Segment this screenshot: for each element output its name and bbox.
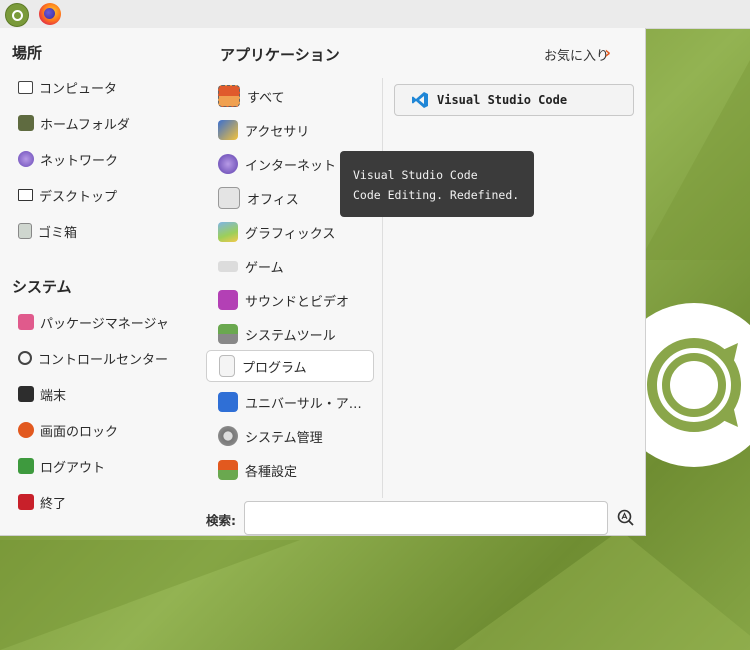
system-label: コントロールセンター	[38, 352, 169, 368]
category-all[interactable]: すべて	[206, 80, 374, 112]
category-label: サウンドとビデオ	[245, 294, 350, 310]
category-label: 各種設定	[245, 464, 298, 480]
category-label: すべて	[247, 90, 285, 106]
place-label: ネットワーク	[40, 153, 119, 169]
system-lock-screen[interactable]: 画面のロック	[18, 415, 118, 445]
search-input[interactable]	[244, 501, 608, 535]
top-panel	[0, 0, 750, 29]
category-label: システムツール	[245, 328, 336, 344]
category-accessories[interactable]: アクセサリ	[206, 114, 374, 146]
place-label: ホームフォルダ	[40, 117, 130, 133]
app-visual-studio-code[interactable]: Visual Studio Code	[394, 84, 634, 116]
desktop-facet	[440, 530, 750, 650]
accessibility-icon	[218, 392, 238, 412]
place-computer[interactable]: コンピュータ	[18, 72, 117, 102]
desktop-icon	[18, 189, 33, 201]
system-terminal[interactable]: 端末	[18, 379, 66, 409]
network-icon	[18, 151, 34, 167]
gamepad-icon	[218, 260, 238, 272]
folder-icon	[18, 115, 34, 131]
system-control-center[interactable]: コントロールセンター	[18, 343, 168, 373]
system-label: ログアウト	[40, 460, 106, 476]
category-preferences[interactable]: 各種設定	[206, 454, 374, 486]
place-label: コンピュータ	[39, 81, 118, 97]
system-heading: システム	[12, 278, 72, 296]
preferences-icon	[218, 460, 238, 480]
system-label: パッケージマネージャ	[40, 316, 169, 332]
category-label: グラフィックス	[245, 226, 336, 242]
category-games[interactable]: ゲーム	[206, 250, 374, 282]
chevron-right-icon[interactable]: ›	[604, 43, 611, 62]
terminal-icon	[18, 386, 34, 402]
category-label: ユニバーサル・ア…	[245, 396, 362, 412]
system-package-manager[interactable]: パッケージマネージャ	[18, 307, 169, 337]
computer-icon	[18, 80, 33, 94]
category-label: アクセサリ	[245, 124, 310, 140]
multimedia-icon	[218, 290, 238, 310]
category-graphics[interactable]: グラフィックス	[206, 216, 374, 248]
system-tools-icon	[218, 324, 238, 344]
system-label: 終了	[40, 496, 67, 512]
category-label: インターネット	[245, 158, 337, 174]
search-icon[interactable]	[617, 509, 634, 526]
accessories-icon	[218, 120, 238, 140]
applications-heading: アプリケーション	[220, 46, 340, 64]
package-icon	[18, 314, 34, 330]
internet-icon	[218, 154, 238, 174]
search-label: 検索:	[206, 513, 236, 528]
system-label: 端末	[40, 388, 67, 404]
app-tooltip: Visual Studio Code Code Editing. Redefin…	[340, 151, 534, 217]
trash-icon	[18, 223, 32, 239]
category-programming[interactable]: プログラム	[206, 350, 374, 382]
place-home-folder[interactable]: ホームフォルダ	[18, 108, 130, 138]
programming-icon	[219, 355, 235, 377]
vscode-icon	[411, 91, 429, 109]
category-administration[interactable]: システム管理	[206, 420, 374, 452]
graphics-icon	[218, 222, 238, 242]
category-label: オフィス	[247, 192, 299, 208]
power-icon	[18, 494, 34, 510]
firefox-icon[interactable]	[39, 3, 61, 25]
office-icon	[218, 187, 240, 209]
place-label: デスクトップ	[39, 189, 118, 205]
system-logout[interactable]: ログアウト	[18, 451, 105, 481]
category-label: ゲーム	[245, 260, 284, 276]
app-label: Visual Studio Code	[437, 93, 568, 107]
all-apps-icon	[218, 85, 240, 107]
category-universal-access[interactable]: ユニバーサル・ア…	[206, 386, 374, 418]
category-label: システム管理	[245, 430, 323, 446]
category-system-tools[interactable]: システムツール	[206, 318, 374, 350]
logout-icon	[18, 458, 34, 474]
system-label: 画面のロック	[40, 424, 119, 440]
place-desktop[interactable]: デスクトップ	[18, 180, 117, 210]
tooltip-title: Visual Studio Code	[353, 168, 478, 182]
control-center-icon	[18, 351, 32, 365]
column-divider	[382, 78, 383, 498]
place-trash[interactable]: ゴミ箱	[18, 216, 77, 246]
lock-icon	[18, 422, 34, 438]
places-heading: 場所	[12, 44, 43, 62]
place-label: ゴミ箱	[38, 225, 78, 241]
system-shutdown[interactable]: 終了	[18, 487, 66, 517]
gear-icon	[218, 426, 238, 446]
favorites-link[interactable]: お気に入り	[544, 45, 609, 64]
desktop-facet	[640, 60, 750, 260]
application-menu: 場所 コンピュータ ホームフォルダ ネットワーク デスクトップ ゴミ箱 システム…	[0, 28, 646, 536]
category-sound-video[interactable]: サウンドとビデオ	[206, 284, 374, 316]
desktop-facet	[0, 540, 300, 650]
tooltip-description: Code Editing. Redefined.	[353, 188, 520, 202]
category-label: プログラム	[242, 360, 307, 376]
menu-launcher-icon[interactable]	[5, 3, 29, 27]
place-network[interactable]: ネットワーク	[18, 144, 118, 174]
